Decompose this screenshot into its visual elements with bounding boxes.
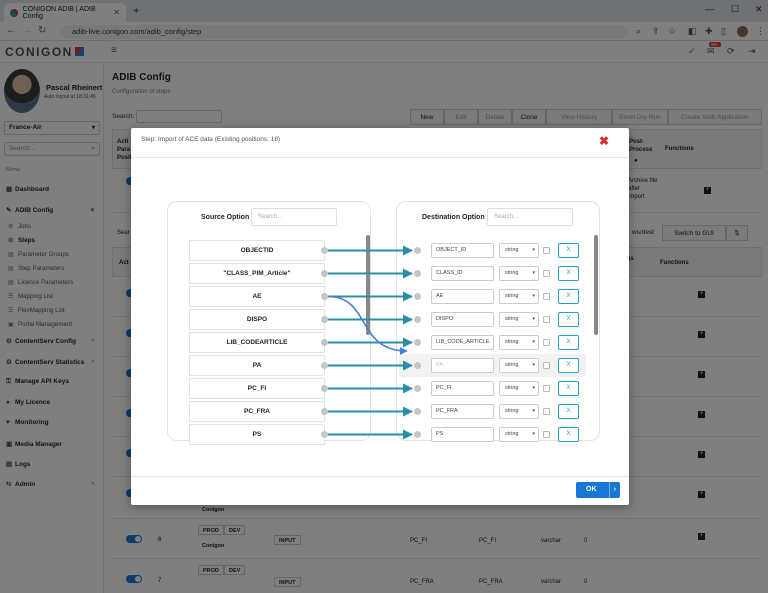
ok-button[interactable]: OK › (576, 482, 620, 498)
mapping-connectors (327, 245, 413, 440)
chevron-right-icon: › (608, 482, 616, 498)
modal-footer (131, 476, 629, 505)
mapping-modal: Step: Import of ACE data (Existing posit… (131, 128, 629, 505)
ok-label: OK (586, 486, 597, 493)
